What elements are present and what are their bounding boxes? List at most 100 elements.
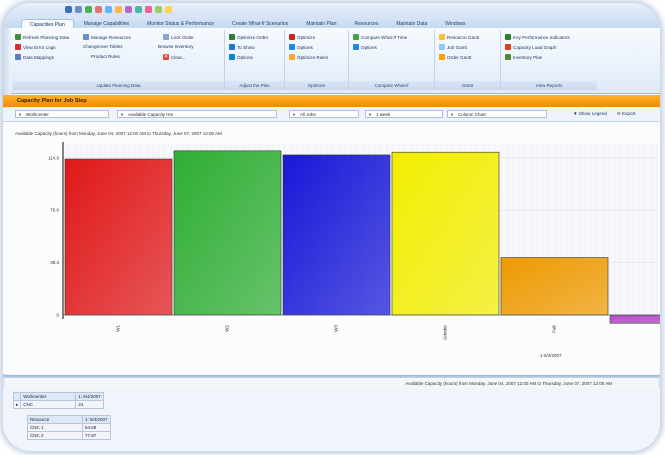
application-window: Capacities Plan Manage Capabilities Moni… xyxy=(3,3,660,451)
tab-maintain-plan[interactable]: Maintain Plan xyxy=(298,19,344,28)
table-cell[interactable]: CNC 2 xyxy=(27,431,83,440)
expand-cell[interactable] xyxy=(12,392,22,401)
refresh-icon xyxy=(15,34,21,40)
mapping-icon xyxy=(15,54,21,60)
clear-button[interactable]: ✕ Clear... xyxy=(163,54,186,60)
column-header[interactable]: Workcenter xyxy=(20,392,77,401)
inventory-plan-button[interactable]: Inventory Plan xyxy=(505,54,542,60)
view-error-logs-button[interactable]: View Error Logs xyxy=(15,44,56,50)
options-icon xyxy=(289,44,295,50)
save-icon[interactable] xyxy=(75,5,82,13)
options-icon xyxy=(229,54,235,60)
changeover-tables-button[interactable]: Changeover Tables xyxy=(83,44,123,49)
gantt-icon xyxy=(439,34,445,40)
export-button[interactable]: ⟳ Export xyxy=(617,111,635,117)
settings-icon[interactable] xyxy=(165,5,172,13)
data-mappings-button[interactable]: Data Mappings xyxy=(15,54,54,60)
tab-maintain-data[interactable]: Maintain Data xyxy=(388,19,435,28)
ribbon-tabs: Capacities Plan Manage Capabilities Moni… xyxy=(3,15,660,28)
expand-icon[interactable]: ▸ xyxy=(12,400,22,409)
compare-icon xyxy=(353,34,359,40)
manage-resources-button[interactable]: Manage Resources xyxy=(83,34,131,40)
column-header[interactable]: Resource xyxy=(27,415,83,424)
x-tick-label: W3 xyxy=(334,325,339,332)
kpi-button[interactable]: Key Performance Indicators xyxy=(505,34,570,40)
column-header[interactable]: 1: 6/4/2007 xyxy=(82,415,111,424)
measure-select[interactable]: ▼ Available Capacity Hrs xyxy=(117,110,277,118)
lock-order-button[interactable]: Lock Order xyxy=(163,34,194,40)
refresh-planning-button[interactable]: Refresh Planning Data xyxy=(15,34,69,40)
print-icon[interactable] xyxy=(125,5,132,13)
chevron-down-icon: ▼ xyxy=(120,112,124,117)
gantt-icon xyxy=(439,54,445,60)
group-label: Compare What-if xyxy=(349,81,434,90)
table-cell[interactable]: 77.87 xyxy=(82,431,111,440)
table-cell[interactable]: 24 xyxy=(75,400,104,409)
adjust-options-button[interactable]: Options xyxy=(229,54,253,60)
data-grid-panel: Workcenter 1: 6/4/2007 ▸ CNC 24 Resource 1: … xyxy=(3,388,660,451)
splitter[interactable] xyxy=(3,375,660,378)
table-cell[interactable]: CNC xyxy=(20,400,77,409)
chart-icon[interactable] xyxy=(115,5,122,13)
tab-capacities-plan[interactable]: Capacities Plan xyxy=(21,19,74,28)
bar[interactable] xyxy=(391,151,500,316)
app-icon[interactable] xyxy=(65,5,72,13)
show-legend-button[interactable]: ▼ Show Legend xyxy=(573,111,607,116)
workcenter-select[interactable]: ▼ Workcenter xyxy=(15,110,109,118)
tab-what-if[interactable]: Create What-If Scenarios xyxy=(224,19,296,28)
tab-windows[interactable]: Windows xyxy=(437,19,473,28)
tab-resources[interactable]: Resources xyxy=(346,19,386,28)
chevron-down-icon: ▼ xyxy=(450,112,454,117)
bar[interactable] xyxy=(282,154,391,316)
graph-icon xyxy=(505,44,511,50)
group-label: Adjust the Plan xyxy=(225,81,284,90)
optimize-button[interactable]: Optimize xyxy=(289,34,315,40)
compare-options-button[interactable]: Options xyxy=(353,44,377,50)
chart-footer-caption: Available Capacity (hours) from Monday, … xyxy=(405,381,612,386)
refresh-icon[interactable] xyxy=(85,5,92,13)
tab-manage-capabilities[interactable]: Manage Capabilities xyxy=(76,19,137,28)
table-cell[interactable]: 54.68 xyxy=(82,423,111,432)
gantt-icon[interactable] xyxy=(145,5,152,13)
table-cell[interactable]: CNC 1 xyxy=(27,423,83,432)
optimize-icon xyxy=(229,34,235,40)
optimize-options-button[interactable]: Options xyxy=(289,44,313,50)
resource-gantt-button[interactable]: Resource Gantt xyxy=(439,34,479,40)
job-gantt-button[interactable]: Job Gantt xyxy=(439,44,467,50)
group-label: Gantt xyxy=(435,81,500,90)
x-tick-label: W1 xyxy=(116,325,121,332)
quick-access-toolbar xyxy=(3,3,660,15)
x-tick-label: Grinder xyxy=(443,325,448,341)
browse-inventory-button[interactable]: Browse Inventory xyxy=(158,44,194,49)
chart-type-select[interactable]: ▼ Column Chart xyxy=(447,110,547,118)
capacity-load-graph-button[interactable]: Capacity Load Graph xyxy=(505,44,556,50)
bar[interactable] xyxy=(64,158,173,316)
lock-icon xyxy=(163,34,169,40)
redo-icon[interactable] xyxy=(105,5,112,13)
ribbon: Refresh Planning Data View Error Logs Da… xyxy=(3,28,660,94)
bar[interactable] xyxy=(500,257,609,316)
filter-icon[interactable] xyxy=(135,5,142,13)
chevron-down-icon: ▼ xyxy=(18,112,22,117)
bar[interactable] xyxy=(173,150,282,316)
to-show-button[interactable]: To Show xyxy=(229,44,255,50)
resource-table: Resource 1: 6/4/2007 CNC 1 54.68 CNC 2 77.8… xyxy=(27,415,111,440)
x-tick-label: Fab xyxy=(552,325,557,333)
optimize-icon xyxy=(289,34,295,40)
column-header[interactable]: 1: 6/4/2007 xyxy=(75,392,104,401)
group-update-planning-data: Refresh Planning Data View Error Logs Da… xyxy=(13,30,225,90)
compare-what-if-button[interactable]: Compare What-If Time xyxy=(353,34,407,40)
undo-icon[interactable] xyxy=(95,5,102,13)
group-adjust-plan: Optimize Order To Show Options Adjust th… xyxy=(225,30,285,90)
jobs-select[interactable]: ▼ All Jobs xyxy=(289,110,359,118)
group-label: Optimize xyxy=(285,81,348,90)
bar[interactable] xyxy=(609,314,660,324)
report-icon[interactable] xyxy=(155,5,162,13)
period-select[interactable]: ▼ 1 week xyxy=(365,110,443,118)
order-gantt-button[interactable]: Order Gantt xyxy=(439,54,471,60)
tab-monitor-status[interactable]: Monitor Status & Performance xyxy=(139,19,222,28)
error-log-icon xyxy=(15,44,21,50)
optimize-order-button[interactable]: Optimize Order xyxy=(229,34,268,40)
optimize-rules-button[interactable]: Optimize Rules xyxy=(289,54,328,60)
product-rules-button[interactable]: Product Rules xyxy=(91,54,120,59)
